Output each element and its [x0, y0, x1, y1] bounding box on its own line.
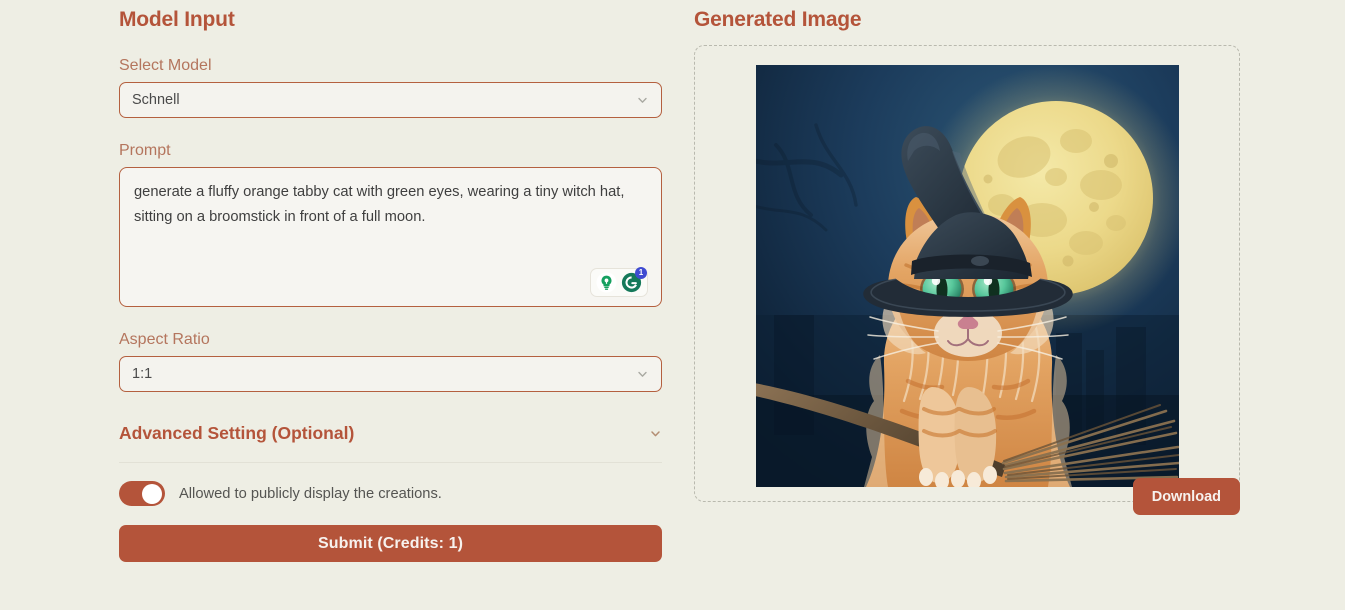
generated-image-panel: Generated Image Download: [694, 0, 1240, 610]
generated-image[interactable]: [755, 65, 1179, 487]
chevron-down-icon: [636, 368, 649, 381]
switch-knob: [142, 483, 162, 504]
grammarly-icon[interactable]: 1: [621, 267, 647, 293]
generated-image-frame: [694, 45, 1240, 502]
advanced-setting-toggle-row[interactable]: Advanced Setting (Optional): [119, 422, 662, 463]
select-model-dropdown[interactable]: Schnell: [119, 82, 662, 118]
aspect-ratio-label: Aspect Ratio: [119, 331, 210, 348]
advanced-setting-label: Advanced Setting (Optional): [119, 423, 355, 443]
public-display-switch[interactable]: [119, 481, 165, 506]
prompt-tools: 1: [590, 267, 648, 297]
generated-image-title: Generated Image: [694, 8, 862, 31]
public-display-row: Allowed to publicly display the creation…: [119, 481, 662, 506]
select-model-label: Select Model: [119, 57, 212, 74]
page-title: Model Input: [119, 8, 235, 31]
submit-button[interactable]: Submit (Credits: 1): [119, 525, 662, 562]
grammarly-badge: 1: [635, 267, 647, 279]
model-input-panel: Model Input Select Model Schnell Prompt …: [119, 0, 662, 610]
select-model-value: Schnell: [132, 92, 180, 108]
prompt-label: Prompt: [119, 142, 171, 159]
aspect-ratio-value: 1:1: [132, 366, 153, 382]
chevron-down-icon: [636, 94, 649, 107]
public-display-label: Allowed to publicly display the creation…: [179, 485, 442, 502]
chevron-down-icon: [649, 427, 662, 440]
aspect-ratio-dropdown[interactable]: 1:1: [119, 356, 662, 392]
generated-image-art: [755, 65, 1179, 487]
lightbulb-icon[interactable]: [596, 272, 617, 293]
download-button[interactable]: Download: [1132, 478, 1240, 515]
prompt-value: generate a fluffy orange tabby cat with …: [134, 184, 629, 225]
prompt-textarea[interactable]: generate a fluffy orange tabby cat with …: [119, 167, 662, 307]
app-root: Model Input Select Model Schnell Prompt …: [0, 0, 1345, 610]
